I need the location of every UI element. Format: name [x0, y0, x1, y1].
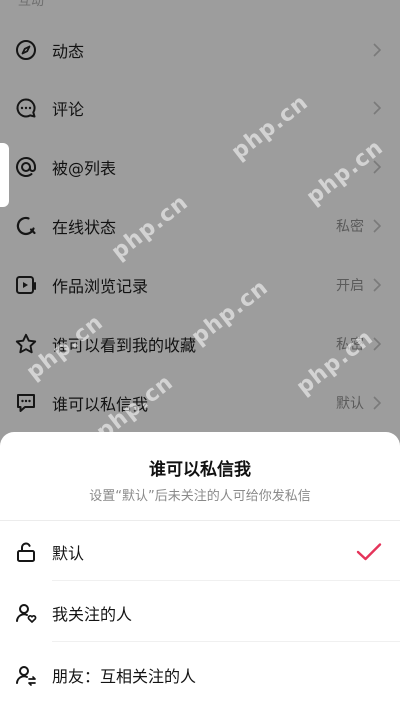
- divider: [0, 520, 400, 521]
- star-icon: [15, 333, 37, 354]
- chevron-right-icon: [373, 278, 382, 292]
- sheet-title: 谁可以私信我: [149, 460, 251, 480]
- setting-row-mentions[interactable]: 被@列表: [0, 138, 400, 196]
- setting-row-watch-history[interactable]: 作品浏览记录 开启: [0, 256, 400, 314]
- setting-label: 被@列表: [52, 159, 117, 178]
- user-heart-icon: [16, 604, 37, 623]
- sheet-subtitle: 设置“默认”后未关注的人可给你发私信: [89, 489, 311, 504]
- setting-label: 动态: [52, 42, 85, 61]
- setting-label: 在线状态: [52, 218, 117, 237]
- bottom-sheet: 谁可以私信我 设置“默认”后未关注的人可给你发私信 默认 我关注的人 朋友：互相…: [0, 432, 400, 718]
- divider: [52, 580, 400, 581]
- option-label: 默认: [52, 544, 85, 563]
- video-play-icon: [16, 276, 36, 294]
- setting-label: 谁可以看到我的收藏: [52, 336, 197, 355]
- option-default[interactable]: 默认: [0, 523, 400, 581]
- setting-value: 私密: [336, 219, 364, 235]
- setting-value: 默认: [336, 396, 364, 412]
- user-mutual-icon: [16, 666, 36, 686]
- at-sign-icon: [16, 156, 36, 177]
- divider: [52, 641, 400, 642]
- setting-label: 谁可以私信我: [52, 395, 149, 414]
- message-dots-icon: [17, 394, 35, 412]
- setting-row-comments[interactable]: 评论: [0, 79, 400, 137]
- option-friends[interactable]: 朋友：互相关注的人: [0, 646, 400, 704]
- option-label: 我关注的人: [52, 605, 133, 624]
- checkmark-icon: [356, 543, 382, 561]
- status-circle-icon: [16, 216, 36, 235]
- setting-row-online-status[interactable]: 在线状态 私密: [0, 197, 400, 255]
- option-label: 朋友：互相关注的人: [52, 667, 197, 686]
- setting-row-dynamic[interactable]: 动态: [0, 21, 400, 79]
- unlock-icon: [17, 542, 35, 562]
- chevron-right-icon: [373, 396, 382, 410]
- setting-row-direct-message[interactable]: 谁可以私信我 默认: [0, 374, 400, 432]
- setting-value: 开启: [336, 278, 364, 294]
- setting-row-favorites-visibility[interactable]: 谁可以看到我的收藏 私密: [0, 315, 400, 373]
- setting-label: 评论: [52, 100, 85, 119]
- chat-bubble-icon: [16, 98, 36, 118]
- option-following[interactable]: 我关注的人: [0, 584, 400, 642]
- chevron-right-icon: [373, 219, 382, 233]
- chevron-right-icon: [373, 160, 382, 174]
- setting-label: 作品浏览记录: [52, 277, 149, 296]
- chevron-right-icon: [373, 337, 382, 351]
- chevron-right-icon: [373, 101, 382, 115]
- setting-value: 私密: [336, 337, 364, 353]
- section-header: 互动: [18, 0, 45, 9]
- compass-icon: [16, 40, 36, 60]
- chevron-right-icon: [373, 43, 382, 57]
